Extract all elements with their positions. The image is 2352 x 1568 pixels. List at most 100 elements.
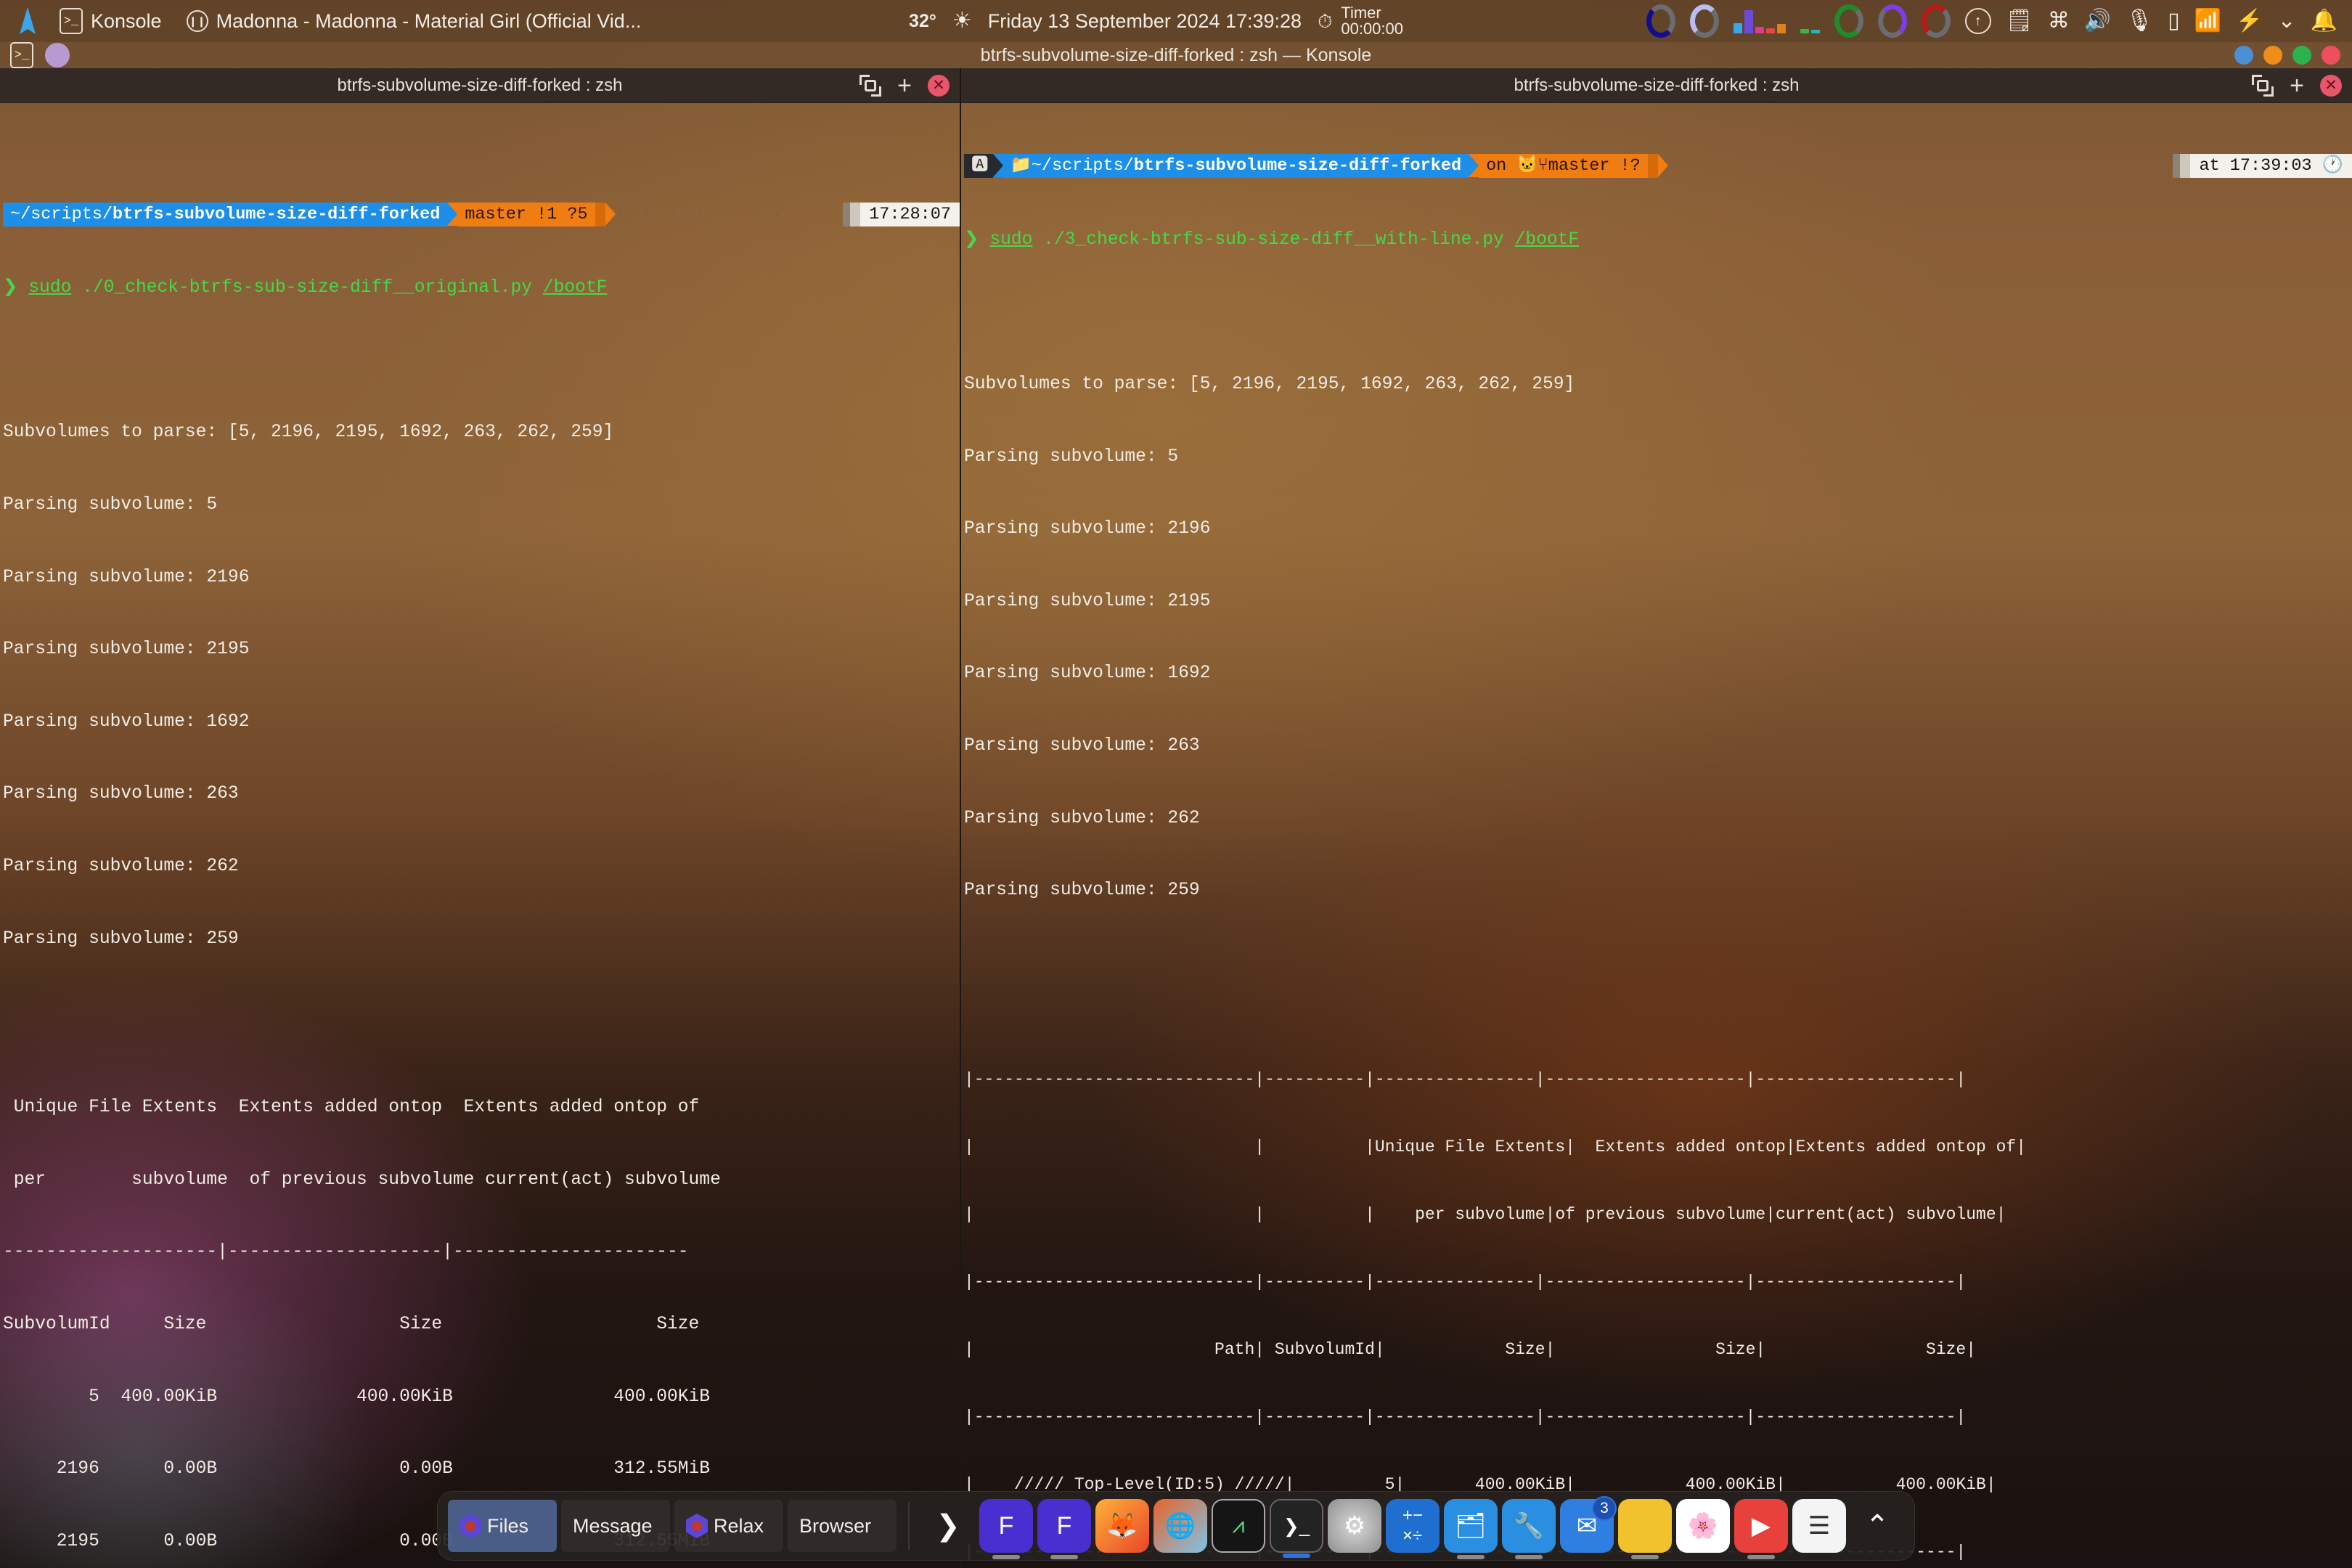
output-line: Parsing subvolume: 5 (964, 446, 1179, 467)
output-line: Parsing subvolume: 1692 (3, 711, 250, 732)
left-prompt-1: ~/scripts/btrfs-subvolume-size-diff-fork… (3, 202, 960, 226)
new-tab-icon[interactable]: + (2290, 73, 2304, 98)
output-line: Parsing subvolume: 262 (964, 808, 1200, 828)
left-pane-tabbar[interactable]: btrfs-subvolume-size-diff-forked : zsh +… (0, 68, 960, 103)
output-line: Parsing subvolume: 262 (3, 857, 239, 877)
right-pane-tabbar[interactable]: btrfs-subvolume-size-diff-forked : zsh +… (961, 68, 2352, 103)
bell-icon[interactable]: 🔔 (2311, 10, 2337, 32)
sun-icon: ☀ (952, 9, 972, 33)
reminders-icon[interactable]: ☰ (1792, 1499, 1846, 1553)
output-line: Parsing subvolume: 1692 (964, 663, 1211, 684)
table-header-line: | | | per subvolume|of previous subvolum… (964, 1204, 2006, 1224)
terminal-icon[interactable]: ❯_ (1270, 1499, 1323, 1558)
firefox-icon[interactable]: 🦊 (1095, 1499, 1149, 1553)
close-tab-icon[interactable]: ✕ (928, 74, 950, 97)
relax-icon (686, 1514, 708, 1538)
table-column-headers: | Path| SubvolumId| Size| Size| Size| (964, 1339, 1977, 1359)
dock-window-files[interactable]: Files (448, 1500, 557, 1552)
ring-purple-icon[interactable] (1877, 4, 1907, 38)
chevron-up-icon[interactable]: ⌃ (1850, 1499, 1904, 1553)
figma-audio-2-icon[interactable]: F (1037, 1499, 1091, 1559)
chevron-down-icon[interactable]: ⌄ (2278, 10, 2296, 32)
left-terminal-output[interactable]: ~/scripts/btrfs-subvolume-size-diff-fork… (0, 103, 960, 1568)
right-top-on-label: on (1486, 156, 1507, 176)
output-line: Parsing subvolume: 263 (3, 784, 239, 804)
dock-window-message[interactable]: Message (561, 1500, 670, 1552)
window-titlebar[interactable]: >_ btrfs-subvolume-size-diff-forked : zs… (0, 42, 2352, 68)
file-manager-icon[interactable]: 🗂 (1444, 1499, 1498, 1559)
konsole-window: >_ btrfs-subvolume-size-diff-forked : zs… (0, 42, 2352, 1568)
files-icon (460, 1514, 481, 1538)
upload-icon[interactable]: ↑ (1964, 8, 1991, 34)
left-command1-sudo: sudo (28, 278, 72, 298)
menubar-app-konsole[interactable]: >_ Konsole (60, 8, 162, 34)
settings-gear-icon[interactable]: ⚙ (1328, 1499, 1381, 1553)
ring-green-icon[interactable] (1834, 4, 1863, 38)
table-divider: |----------------------------|----------… (964, 1069, 1967, 1089)
dock-window-browser[interactable]: Browser (788, 1500, 897, 1552)
left-pane-tab-title[interactable]: btrfs-subvolume-size-diff-forked : zsh (0, 75, 960, 96)
table-column-headers: SubvolumId Size Size Size (3, 1314, 700, 1334)
output-line: Parsing subvolume: 2196 (3, 567, 250, 587)
close-tab-icon[interactable]: ✕ (2320, 74, 2342, 97)
window-button-close[interactable] (2322, 46, 2340, 65)
battery-icon[interactable]: ▯ (2168, 10, 2180, 32)
figma-audio-icon[interactable]: F (979, 1499, 1033, 1559)
split-view-icon[interactable] (859, 74, 882, 97)
desktop: >_ Konsole ❙❙ Madonna - Madonna - Materi… (0, 0, 2352, 1568)
output-line: Parsing subvolume: 263 (964, 736, 1200, 756)
clipboard-icon[interactable]: 🗒 (2006, 10, 2033, 32)
cat-branch-icon: 🐱⑂ (1516, 156, 1548, 176)
right-pane-tab-title[interactable]: btrfs-subvolume-size-diff-forked : zsh (961, 75, 2352, 96)
output-line: Subvolumes to parse: [5, 2196, 2195, 169… (3, 422, 614, 443)
left-prompt1-path-prefix: ~/scripts/ (10, 204, 113, 224)
ring-lavender-icon[interactable] (1689, 4, 1719, 38)
split-view-icon[interactable] (2252, 74, 2274, 97)
bar-chart-icon[interactable] (1733, 9, 1786, 33)
window-button-maximize[interactable] (2292, 46, 2311, 65)
calculator-icon[interactable]: +− ×÷ (1386, 1499, 1440, 1553)
window-button-blue[interactable] (2234, 46, 2253, 65)
left-prompt1-git: master !1 ?5 (457, 202, 595, 226)
firefox-nightly-icon[interactable]: 🌐 (1153, 1499, 1207, 1553)
launcher-icon[interactable]: ❯ (921, 1499, 975, 1553)
mail-badge: 3 (1592, 1496, 1617, 1521)
arch-logo-icon: 🅰 (971, 156, 989, 176)
right-top-terminal-output[interactable]: 🅰 📁 ~/scripts/btrfs-subvolume-size-diff-f… (961, 103, 2352, 1568)
volume-icon[interactable]: 🔊 (2084, 10, 2111, 32)
mail-icon[interactable]: ✉ 3 (1560, 1496, 1617, 1553)
arch-logo-icon[interactable] (12, 5, 44, 37)
bolt-icon[interactable]: ⚡ (2236, 10, 2263, 32)
command-icon[interactable]: ⌘ (2048, 10, 2070, 32)
output-line: Subvolumes to parse: [5, 2196, 2195, 169… (964, 375, 1575, 395)
activity-monitor-icon[interactable]: ⩘ (1212, 1499, 1265, 1553)
right-top-path-prefix: ~/scripts/ (1031, 156, 1134, 176)
stopwatch-icon[interactable]: ⏱ (1318, 12, 1332, 30)
new-tab-icon[interactable]: + (897, 73, 912, 98)
menubar-app-media[interactable]: ❙❙ Madonna - Madonna - Material Girl (Of… (186, 10, 641, 33)
wifi-lock-icon[interactable]: 📶 (2194, 10, 2221, 32)
table-row: 2196 0.00B 0.00B 312.55MiB (3, 1459, 711, 1479)
notes-icon[interactable] (1618, 1499, 1672, 1559)
right-top-time: 17:39:03 (2229, 156, 2312, 176)
right-top-command: ❯ sudo ./3_check-btrfs-sub-size-diff__wi… (964, 229, 1580, 250)
dock-window-files-label: Files (487, 1514, 529, 1537)
dock-separator (908, 1502, 910, 1550)
dock-window-relax-label: Relax (714, 1514, 764, 1537)
window-button-minimize[interactable] (2263, 46, 2282, 65)
window-traffic-lights[interactable] (2234, 46, 2340, 65)
left-command-1: ❯ sudo ./0_check-btrfs-sub-size-diff__or… (3, 278, 608, 298)
tools-icon[interactable]: 🔧 (1502, 1499, 1556, 1559)
youtube-icon[interactable]: ▶ (1734, 1499, 1788, 1559)
right-top-command-arg: /bootF (1514, 229, 1580, 250)
mic-muted-icon[interactable]: 🎙 (2126, 10, 2153, 32)
ring-navy-icon[interactable] (1646, 4, 1675, 38)
bar-chart-small-icon[interactable] (1800, 9, 1820, 33)
dock: Files Message Relax Browser ❯ F F 🦊 🌐 ⩘ … (437, 1491, 1915, 1561)
terminal-icon: >_ (10, 42, 33, 68)
table-divider: --------------------|-------------------… (3, 1242, 689, 1262)
photos-icon[interactable]: 🌸 (1676, 1499, 1730, 1553)
output-line: Parsing subvolume: 2196 (964, 519, 1211, 539)
ring-red-icon[interactable] (1921, 4, 1951, 38)
dock-window-relax[interactable]: Relax (674, 1500, 783, 1552)
